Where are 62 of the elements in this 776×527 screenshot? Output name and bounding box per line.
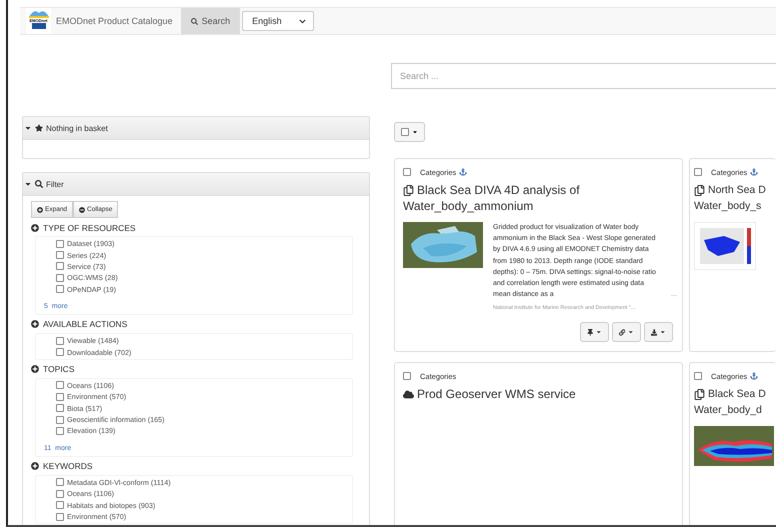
facet-title[interactable]: AVAILABLE ACTIONS xyxy=(43,319,128,330)
copy-icon xyxy=(694,388,705,400)
search-icon xyxy=(190,18,198,24)
checkbox[interactable] xyxy=(403,168,411,176)
chevron-down-icon xyxy=(299,18,306,24)
menu-button[interactable] xyxy=(612,322,641,342)
language-select[interactable]: English xyxy=(242,11,314,31)
star-icon xyxy=(35,124,43,132)
checkbox[interactable] xyxy=(56,426,64,435)
checkbox[interactable] xyxy=(56,490,64,498)
checkbox[interactable] xyxy=(56,251,64,260)
caret-icon xyxy=(660,329,666,335)
cloud-icon xyxy=(403,388,414,400)
link-icon xyxy=(619,328,626,336)
anchor-icon[interactable] xyxy=(750,168,758,176)
basket-title[interactable]: Nothing in basket xyxy=(46,124,108,132)
card-title-line[interactable]: Water_body_ammonium xyxy=(403,198,534,214)
checkbox[interactable] xyxy=(403,372,411,380)
checkbox[interactable] xyxy=(56,512,64,521)
copy-icon xyxy=(694,184,705,196)
caret-icon xyxy=(596,329,602,335)
copy-icon xyxy=(403,184,414,196)
checkbox[interactable] xyxy=(56,285,64,294)
card-title-line[interactable]: Black Sea D xyxy=(708,386,766,402)
checkbox[interactable] xyxy=(56,478,64,486)
card-title-line[interactable]: North Sea D xyxy=(708,182,766,198)
menu-button[interactable] xyxy=(580,322,609,342)
facet-title[interactable]: TOPICS xyxy=(43,364,74,374)
caret-icon xyxy=(628,329,634,335)
search-field[interactable]: Search ... xyxy=(391,63,776,89)
brand-title[interactable]: EMODnet Product Catalogue xyxy=(56,16,173,26)
caret-icon[interactable] xyxy=(24,124,32,132)
checkbox[interactable] xyxy=(694,372,702,380)
card-title-line[interactable]: Water_body_d xyxy=(694,402,762,418)
checkbox[interactable] xyxy=(56,274,64,282)
checkbox[interactable] xyxy=(56,240,64,248)
checkbox[interactable] xyxy=(56,404,64,412)
checkbox[interactable] xyxy=(694,168,702,176)
search-tab[interactable]: Search xyxy=(180,8,240,34)
checkbox[interactable] xyxy=(56,501,64,510)
caret-icon[interactable] xyxy=(24,180,32,188)
menu-button[interactable] xyxy=(644,322,673,342)
facet-title[interactable]: KEYWORDS xyxy=(43,461,93,472)
download-icon xyxy=(651,328,658,336)
thumbtack-icon xyxy=(587,328,594,336)
facet-title[interactable]: TYPE OF RESOURCES xyxy=(43,222,136,232)
checkbox[interactable] xyxy=(56,416,64,424)
anchor-icon[interactable] xyxy=(750,372,758,380)
filter-title[interactable]: Filter xyxy=(46,180,64,188)
search-icon xyxy=(35,180,43,188)
anchor-icon[interactable] xyxy=(459,168,468,176)
checkbox[interactable] xyxy=(56,381,64,390)
card-title-line[interactable]: Black Sea DIVA 4D analysis of xyxy=(417,182,580,198)
select-dropdown-button[interactable] xyxy=(394,122,425,142)
plot-thumbnail xyxy=(694,222,756,270)
checkbox[interactable] xyxy=(56,392,64,401)
checkbox[interactable] xyxy=(56,348,64,356)
checkbox[interactable] xyxy=(56,262,64,270)
card-title-line[interactable]: Water_body_s xyxy=(694,198,762,214)
caret-icon xyxy=(412,129,418,135)
checkbox[interactable] xyxy=(56,336,64,345)
card-title-line[interactable]: Prod Geoserver WMS service xyxy=(417,386,576,402)
